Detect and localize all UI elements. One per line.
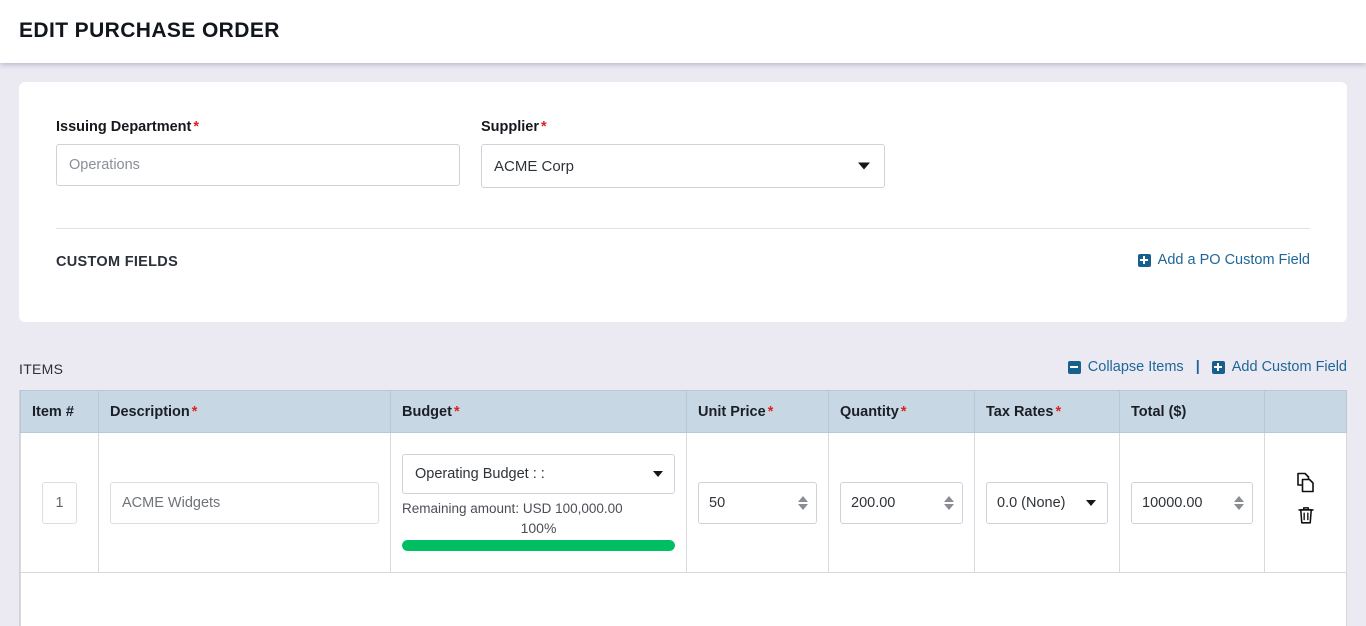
plus-square-icon	[1211, 360, 1225, 374]
issuing-department-value: Operations	[69, 157, 140, 173]
cell-quantity: 200.00	[828, 432, 975, 573]
required-asterisk: *	[453, 403, 460, 420]
table-row: 1 ACME Widgets Operating Budget : : Rema…	[20, 432, 1347, 573]
column-header-item-no: Item #	[20, 390, 99, 433]
description-input[interactable]: ACME Widgets	[110, 481, 379, 524]
tax-rate-value: 0.0 (None)	[997, 494, 1066, 511]
items-table: Item # Description * Budget * Unit Price * …	[20, 390, 1347, 626]
collapse-items-label: Collapse Items	[1087, 359, 1184, 375]
column-label: Total ($)	[1131, 403, 1187, 420]
column-label: Tax Rates	[986, 403, 1054, 420]
chevron-down-icon	[1086, 499, 1096, 506]
column-header-description: Description *	[98, 390, 391, 433]
cell-total: 10000.00	[1119, 432, 1265, 573]
add-po-custom-field-label: Add a PO Custom Field	[1157, 252, 1310, 268]
cell-unit-price: 50	[686, 432, 829, 573]
plus-square-icon	[1137, 253, 1151, 267]
required-asterisk: *	[1055, 403, 1062, 420]
total-input[interactable]: 10000.00	[1131, 481, 1253, 524]
issuing-department-label: Issuing Department *	[56, 119, 460, 135]
custom-fields-heading: CUSTOM FIELDS	[56, 254, 179, 270]
required-asterisk: *	[193, 119, 200, 135]
purchase-order-details-card: Issuing Department * Operations Supplier *…	[19, 82, 1347, 322]
column-label: Quantity	[840, 403, 899, 420]
issuing-department-label-text: Issuing Department	[56, 119, 192, 135]
required-asterisk: *	[767, 403, 774, 420]
supplier-select[interactable]: ACME Corp	[481, 144, 885, 188]
issuing-department-input[interactable]: Operations	[56, 144, 460, 186]
cell-add-item: Add An Item	[20, 572, 1347, 626]
column-header-tax-rates: Tax Rates *	[974, 390, 1120, 433]
description-value: ACME Widgets	[122, 494, 221, 511]
budget-percent-label: 100%	[520, 520, 557, 536]
column-header-actions	[1264, 390, 1347, 433]
total-value: 10000.00	[1142, 494, 1203, 511]
add-custom-field-label: Add Custom Field	[1231, 359, 1347, 375]
cell-row-actions	[1264, 432, 1347, 573]
quantity-value: 200.00	[851, 494, 896, 511]
collapse-items-button[interactable]: Collapse Items	[1067, 359, 1184, 375]
page-title: EDIT PURCHASE ORDER	[19, 19, 280, 42]
unit-price-input[interactable]: 50	[698, 481, 817, 524]
budget-remaining-amount: Remaining amount: USD 100,000.00	[402, 501, 623, 516]
minus-square-icon	[1067, 360, 1081, 374]
items-table-header-row: Item # Description * Budget * Unit Price * …	[20, 390, 1347, 433]
cell-item-no: 1	[20, 432, 99, 573]
supplier-value: ACME Corp	[494, 157, 575, 175]
column-label: Unit Price	[698, 403, 766, 420]
issuing-department-group: Issuing Department * Operations	[56, 119, 460, 186]
column-label: Description	[110, 403, 190, 420]
budget-select[interactable]: Operating Budget : :	[402, 454, 675, 494]
column-header-quantity: Quantity *	[828, 390, 975, 433]
quantity-input[interactable]: 200.00	[840, 481, 963, 524]
tax-rate-select[interactable]: 0.0 (None)	[986, 481, 1108, 524]
budget-progress-fill	[402, 540, 675, 551]
budget-progress-bar	[402, 540, 675, 551]
cell-tax-rates: 0.0 (None)	[974, 432, 1120, 573]
card-divider	[56, 228, 1310, 229]
duplicate-icon[interactable]	[1294, 471, 1318, 495]
add-po-custom-field-button[interactable]: Add a PO Custom Field	[1137, 252, 1310, 268]
budget-value: Operating Budget : :	[415, 466, 545, 482]
column-header-unit-price: Unit Price *	[686, 390, 829, 433]
items-table-container: Item # Description * Budget * Unit Price * …	[19, 390, 1347, 626]
supplier-label-text: Supplier	[481, 119, 540, 135]
chevron-down-icon	[858, 162, 870, 170]
column-header-total: Total ($)	[1119, 390, 1265, 433]
page-header-bar: EDIT PURCHASE ORDER	[0, 0, 1366, 63]
cell-description: ACME Widgets	[98, 432, 391, 573]
items-toolbar: Collapse Items | Add Custom Field	[1067, 359, 1347, 375]
column-label: Item #	[32, 403, 74, 420]
required-asterisk: *	[900, 403, 907, 420]
purchase-order-page: EDIT PURCHASE ORDER Issuing Department * …	[0, 0, 1366, 626]
trash-icon[interactable]	[1295, 504, 1317, 526]
supplier-label: Supplier *	[481, 119, 885, 135]
column-label: Budget	[402, 403, 452, 420]
add-custom-field-button[interactable]: Add Custom Field	[1211, 359, 1347, 375]
stepper-arrows-icon[interactable]	[798, 495, 808, 510]
cell-budget: Operating Budget : : Remaining amount: U…	[390, 432, 687, 573]
required-asterisk: *	[541, 119, 547, 135]
column-header-budget: Budget *	[390, 390, 687, 433]
stepper-arrows-icon[interactable]	[944, 495, 954, 510]
add-item-row: Add An Item	[20, 572, 1347, 626]
items-heading: ITEMS	[19, 361, 64, 377]
toolbar-separator: |	[1195, 359, 1200, 375]
item-number-input[interactable]: 1	[42, 481, 77, 524]
required-asterisk: *	[191, 403, 198, 420]
stepper-arrows-icon[interactable]	[1234, 495, 1244, 510]
unit-price-value: 50	[709, 494, 726, 511]
supplier-group: Supplier * ACME Corp	[481, 119, 885, 188]
chevron-down-icon	[653, 471, 663, 477]
